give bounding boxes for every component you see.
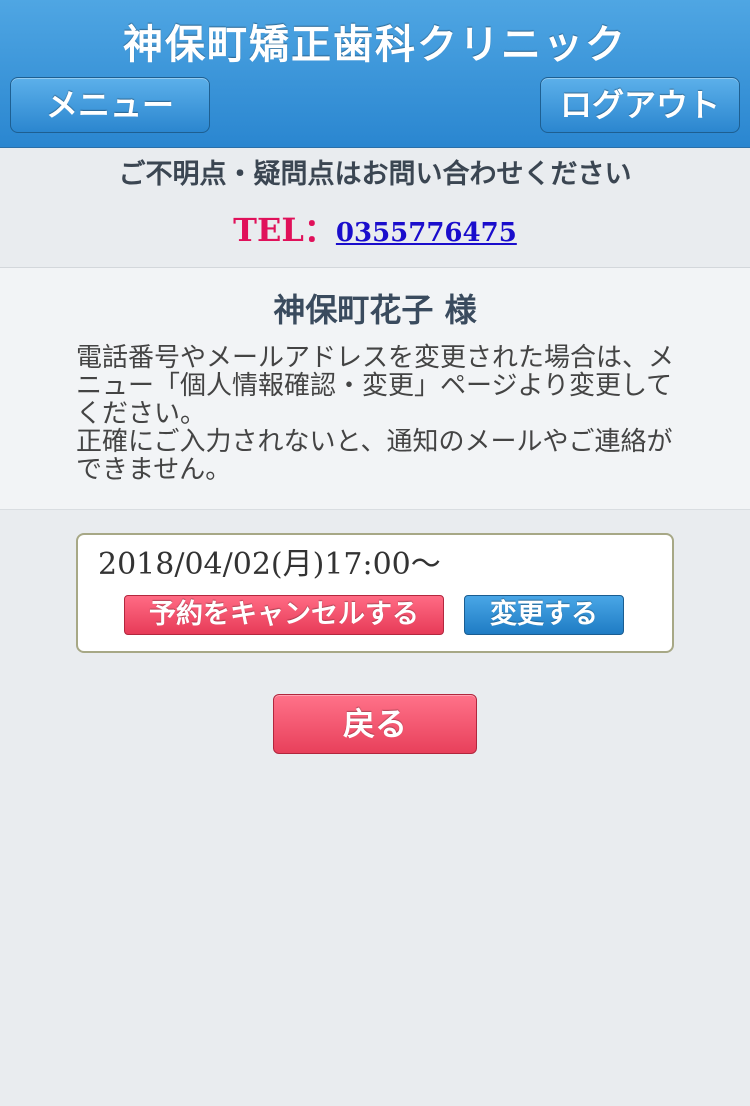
app-header: 神保町矯正歯科クリニック メニュー ログアウト <box>0 0 750 148</box>
user-panel: 神保町花子 様 電話番号やメールアドレスを変更された場合は、メニュー「個人情報確… <box>0 268 750 510</box>
contact-note: ご不明点・疑問点はお問い合わせください <box>118 159 632 190</box>
change-reservation-button[interactable]: 変更する <box>464 595 624 635</box>
reservation-card: 2018/04/02(月)17:00〜 予約をキャンセルする 変更する <box>76 533 674 653</box>
contact-tel: TEL：0355776475 <box>0 210 750 253</box>
contact-section: ご不明点・疑問点はお問い合わせください TEL：0355776475 <box>0 148 750 268</box>
tel-link[interactable]: 0355776475 <box>336 218 517 248</box>
user-name: 神保町花子 様 <box>273 291 477 329</box>
menu-button[interactable]: メニュー <box>10 77 210 133</box>
tel-label: TEL： <box>233 211 336 249</box>
reservation-datetime: 2018/04/02(月)17:00〜 <box>98 547 441 582</box>
clinic-title: 神保町矯正歯科クリニック <box>123 21 627 68</box>
cancel-reservation-button[interactable]: 予約をキャンセルする <box>124 595 444 635</box>
back-button[interactable]: 戻る <box>273 694 477 754</box>
logout-button[interactable]: ログアウト <box>540 77 740 133</box>
user-notice: 電話番号やメールアドレスを変更された場合は、メニュー「個人情報確認・変更」ページ… <box>76 343 675 485</box>
